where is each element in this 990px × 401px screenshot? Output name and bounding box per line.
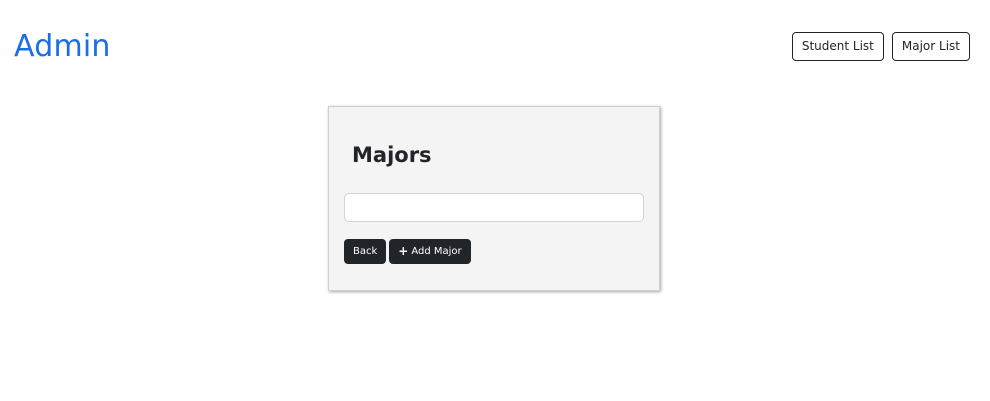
card-actions: Back + Add Major — [344, 239, 471, 264]
add-major-label: Add Major — [411, 246, 462, 257]
add-major-button[interactable]: + Add Major — [389, 239, 471, 264]
top-nav: Student List Major List — [791, 32, 970, 61]
back-button[interactable]: Back — [344, 239, 387, 264]
back-button-label: Back — [353, 246, 378, 257]
card-title: Majors — [352, 143, 432, 167]
major-name-input[interactable] — [344, 193, 644, 222]
majors-card: Majors Back + Add Major — [328, 106, 660, 291]
student-list-button[interactable]: Student List — [791, 32, 884, 61]
plus-icon: + — [398, 244, 409, 258]
major-list-button[interactable]: Major List — [891, 32, 970, 61]
page: Admin Student List Major List Majors Bac… — [0, 0, 990, 401]
brand-title[interactable]: Admin — [14, 28, 111, 66]
